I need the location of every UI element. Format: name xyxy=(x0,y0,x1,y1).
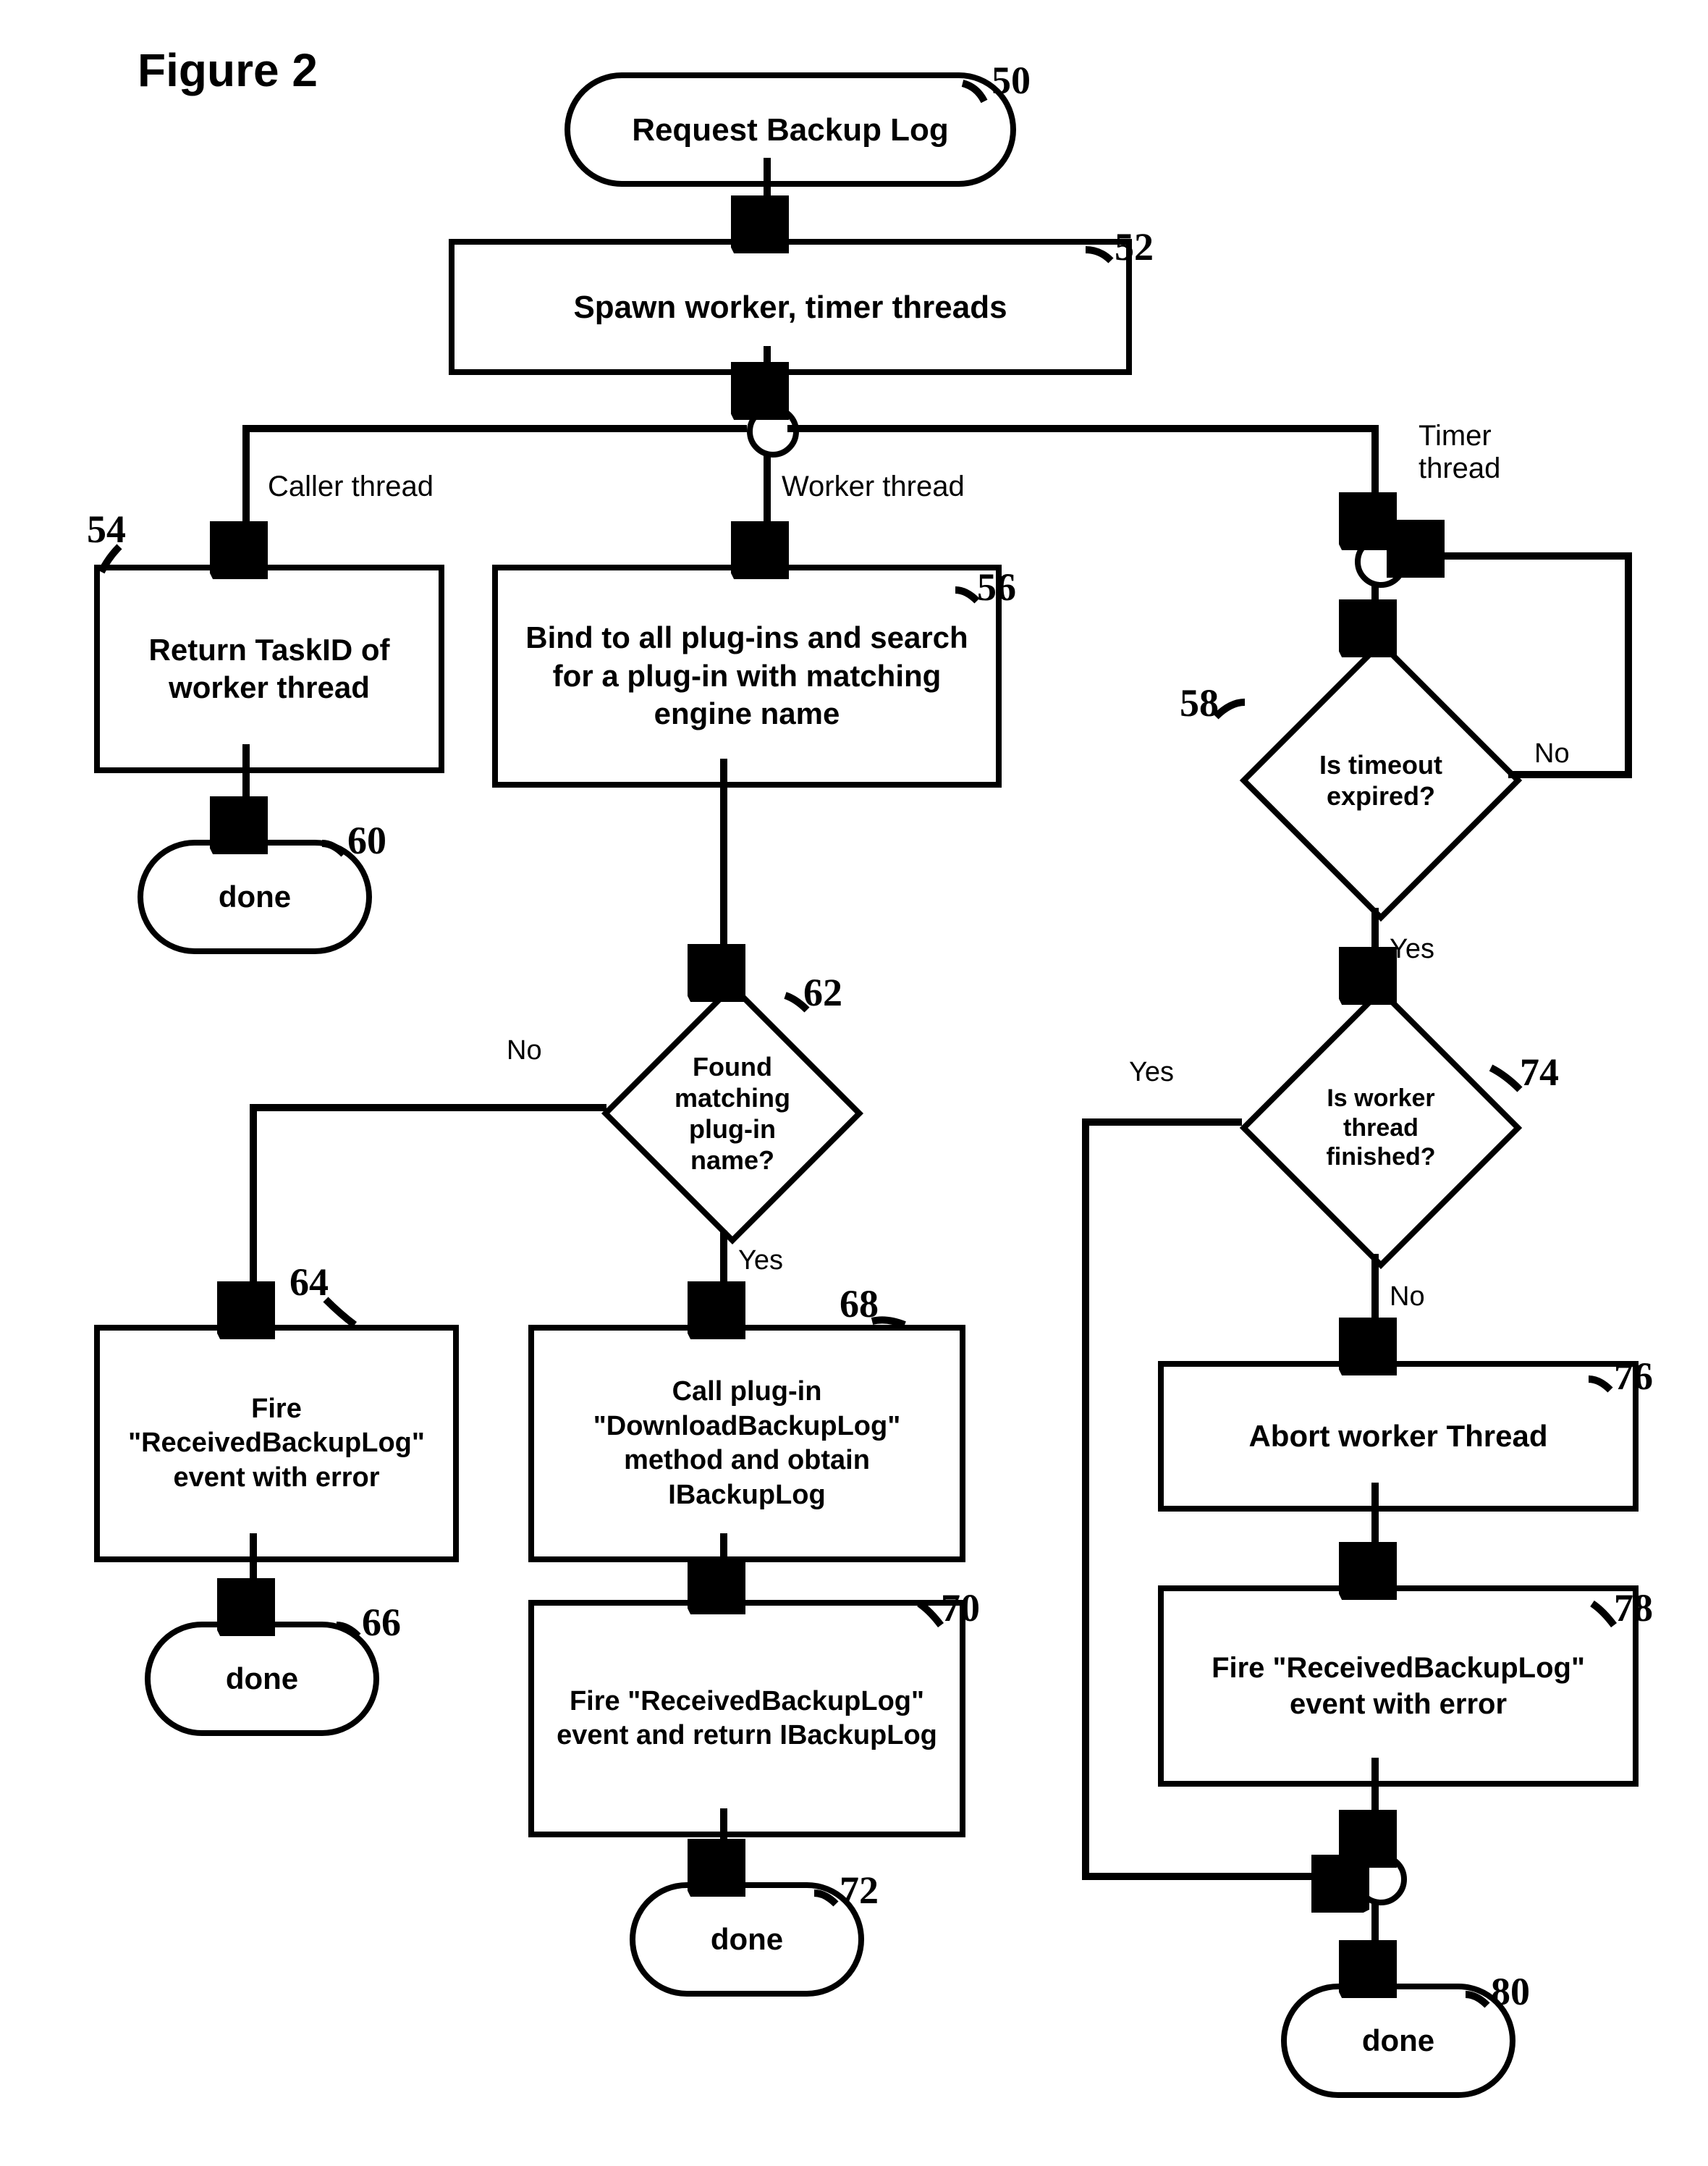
return-taskid-box: Return TaskID of worker thread xyxy=(94,565,444,773)
timer-thread-label: Timer thread xyxy=(1419,420,1527,485)
done-60-terminator: done xyxy=(138,840,372,954)
timeout-decision: Is timeout expired? xyxy=(1240,639,1522,922)
ref-50: 50 xyxy=(992,58,1031,103)
yes-62-label: Yes xyxy=(738,1245,783,1276)
ref-62: 62 xyxy=(803,970,842,1015)
fire-error-78-box: Fire "ReceivedBackupLog" event with erro… xyxy=(1158,1585,1639,1787)
call-plugin-box: Call plug-in "DownloadBackupLog" method … xyxy=(528,1325,965,1562)
no-74-label: No xyxy=(1390,1281,1425,1312)
no-62-label: No xyxy=(507,1035,542,1066)
ref-66: 66 xyxy=(362,1600,401,1645)
ref-56: 56 xyxy=(977,565,1016,610)
done-66-terminator: done xyxy=(145,1622,379,1736)
decision-label: Is timeout expired? xyxy=(1287,686,1475,875)
caller-thread-label: Caller thread xyxy=(268,471,434,503)
ref-80: 80 xyxy=(1491,1969,1530,2014)
bind-plugins-box: Bind to all plug-ins and search for a pl… xyxy=(492,565,1002,788)
yes-74-label: Yes xyxy=(1129,1057,1174,1088)
ref-78: 78 xyxy=(1614,1585,1653,1630)
ref-72: 72 xyxy=(840,1868,879,1913)
fork-joint xyxy=(747,405,799,458)
start-terminator: Request Backup Log xyxy=(565,72,1016,187)
decision-label: Is worker thread finished? xyxy=(1287,1034,1475,1222)
figure-title: Figure 2 xyxy=(138,43,318,97)
worker-finished-decision: Is worker thread finished? xyxy=(1240,987,1522,1269)
yes-58-label: Yes xyxy=(1390,934,1434,965)
no-58-label: No xyxy=(1534,738,1570,770)
spawn-threads-box: Spawn worker, timer threads xyxy=(449,239,1132,375)
fire-error-64-box: Fire "ReceivedBackupLog" event with erro… xyxy=(94,1325,459,1562)
ref-74: 74 xyxy=(1520,1050,1559,1095)
abort-worker-box: Abort worker Thread xyxy=(1158,1361,1639,1512)
ref-70: 70 xyxy=(941,1585,980,1630)
ref-54: 54 xyxy=(87,507,126,552)
ref-68: 68 xyxy=(840,1281,879,1326)
timer-joint xyxy=(1355,536,1407,588)
done-80-terminator: done xyxy=(1281,1984,1515,2098)
ref-64: 64 xyxy=(289,1260,329,1305)
merge-joint xyxy=(1355,1853,1407,1905)
worker-thread-label: Worker thread xyxy=(782,471,965,503)
ref-76: 76 xyxy=(1614,1354,1653,1399)
flowchart-page: Figure 2 Request Backup Log Spawn worker… xyxy=(0,0,1708,2166)
ref-52: 52 xyxy=(1115,224,1154,269)
ref-60: 60 xyxy=(347,818,386,863)
ref-58: 58 xyxy=(1180,680,1219,725)
decision-label: Found matching plug-in name? xyxy=(646,1027,819,1200)
found-plugin-decision: Found matching plug-in name? xyxy=(601,982,863,1244)
fire-return-ibackuplog-box: Fire "ReceivedBackupLog" event and retur… xyxy=(528,1600,965,1837)
done-72-terminator: done xyxy=(630,1882,864,1997)
